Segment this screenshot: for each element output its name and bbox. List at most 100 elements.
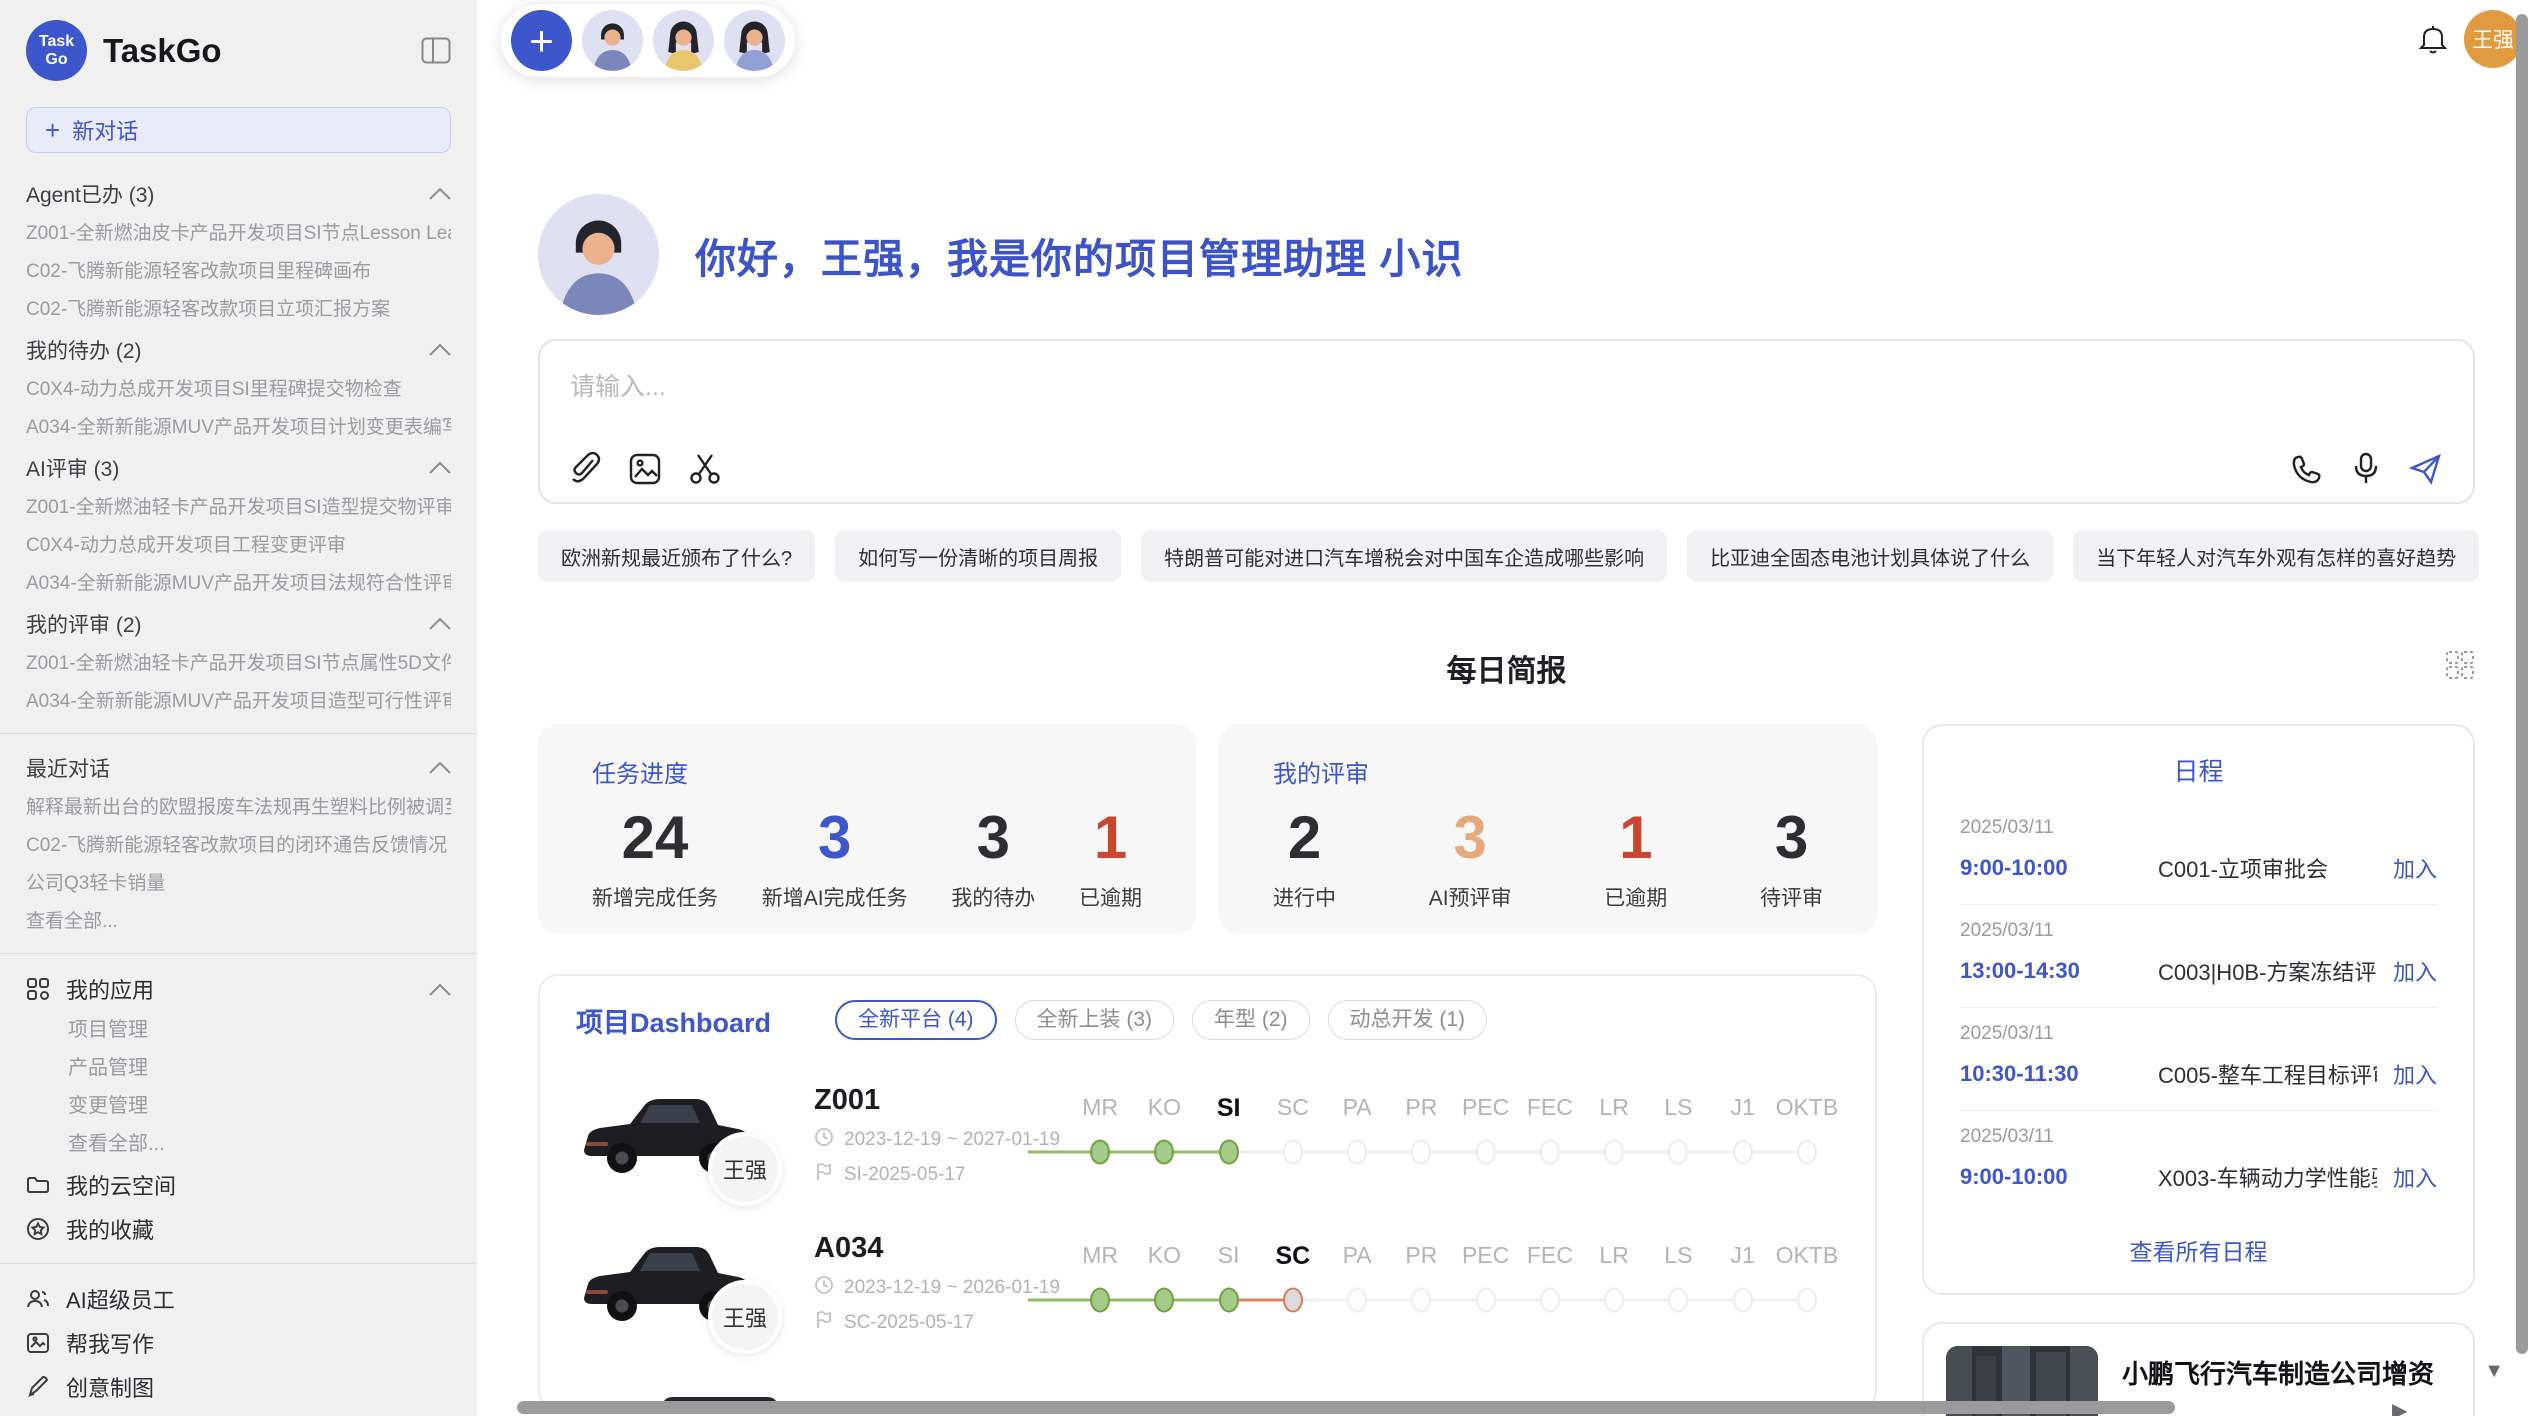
schedule-title: 日程 [1960, 752, 2437, 788]
agent-avatar-1[interactable] [582, 10, 643, 71]
milestone-dot [1154, 1140, 1174, 1165]
ai-super-staff-label: AI超级员工 [66, 1283, 451, 1315]
sidebar-task-item[interactable]: Z001-全新燃油轻卡产品开发项目SI造型提交物评审 [26, 489, 451, 527]
dashboard-filter-chip[interactable]: 全新上装 (3) [1015, 1000, 1175, 1040]
microphone-icon[interactable] [2351, 452, 2381, 486]
milestone-dot [1476, 1140, 1496, 1165]
sidebar-item-ai-super-staff[interactable]: AI超级员工 [26, 1277, 451, 1321]
sidebar-task-item[interactable]: C0X4-动力总成开发项目工程变更评审 [26, 527, 451, 565]
my-apps-subitem[interactable]: 项目管理 [26, 1011, 451, 1049]
sidebar-section-title: AI评审 (3) [26, 453, 119, 483]
sidebar-item-my-cloud[interactable]: 我的云空间 [26, 1163, 451, 1207]
chat-input[interactable] [570, 367, 1881, 425]
milestone-cell: LS [1646, 1094, 1710, 1174]
milestone-label: LS [1646, 1242, 1710, 1278]
project-row[interactable]: 王强Z0012023-12-19 ~ 2027-01-19SI-2025-05-… [576, 1084, 1839, 1188]
sidebar-section-header[interactable]: 我的评审 (2) [26, 603, 451, 645]
folder-icon [26, 1173, 50, 1197]
stat-label: 已逾期 [1604, 882, 1667, 912]
project-row[interactable]: 王强A0342023-12-19 ~ 2026-01-19SC-2025-05-… [576, 1232, 1839, 1336]
paperclip-icon[interactable] [570, 452, 602, 486]
suggestion-chip[interactable]: 欧洲新规最近颁布了什么? [538, 530, 815, 582]
agent-avatar-3[interactable] [724, 10, 785, 71]
layout-grid-icon[interactable] [2445, 650, 2475, 685]
sidebar-task-item[interactable]: A034-全新新能源MUV产品开发项目法规符合性评审 [26, 565, 451, 603]
my-apps-subitem[interactable]: 变更管理 [26, 1087, 451, 1125]
suggestion-chip[interactable]: 特朗普可能对进口汽车增税会对中国车企造成哪些影响 [1141, 530, 1667, 582]
event-join-link[interactable]: 加入 [2393, 955, 2437, 987]
scissors-icon[interactable] [688, 452, 722, 486]
input-action-tools [2291, 452, 2443, 486]
event-join-link[interactable]: 加入 [2393, 852, 2437, 884]
recent-chat-item[interactable]: 解释最新出台的欧盟报废车法规再生塑料比例被调至15%... [26, 789, 451, 827]
event-date: 2025/03/11 [1960, 1023, 2437, 1045]
user-avatar[interactable]: 王强 [2464, 10, 2522, 68]
dashboard-filter-chip[interactable]: 动总开发 (1) [1328, 1000, 1488, 1040]
image-icon[interactable] [628, 452, 662, 486]
view-all-schedule-link[interactable]: 查看所有日程 [1960, 1213, 2437, 1273]
sidebar-task-item[interactable]: C02-飞腾新能源轻客改款项目立项汇报方案 [26, 291, 451, 329]
recent-chat-item[interactable]: 公司Q3轻卡销量 [26, 865, 451, 903]
milestone-cell: KO [1132, 1094, 1196, 1174]
apps-grid-icon [26, 977, 50, 1001]
event-join-link[interactable]: 加入 [2393, 1058, 2437, 1090]
milestone-label: PEC [1454, 1094, 1518, 1130]
event-date: 2025/03/11 [1960, 817, 2437, 839]
sidebar-task-item[interactable]: Z001-全新燃油轻卡产品开发项目SI节点属性5D文件评审 [26, 645, 451, 683]
logo-text-bottom: Go [45, 51, 67, 69]
agent-avatar-2[interactable] [653, 10, 714, 71]
sidebar-item-my-apps[interactable]: 我的应用 [26, 967, 451, 1011]
stat-value: 3 [951, 803, 1035, 872]
my-apps-view-all[interactable]: 查看全部... [26, 1125, 451, 1163]
sidebar-item-creative-drawing[interactable]: 创意制图 [26, 1365, 451, 1409]
sidebar-task-item[interactable]: A034-全新新能源MUV产品开发项目计划变更表编写 [26, 409, 451, 447]
dashboard-title: 项目Dashboard [576, 1001, 771, 1040]
recent-chats-header[interactable]: 最近对话 [26, 747, 451, 789]
main-content: 你好，王强，我是你的项目管理助理 小识 欧洲新规最近颁布了什么?如何写一份清晰的… [477, 0, 2532, 1416]
sidebar-section-header[interactable]: AI评审 (3) [26, 447, 451, 489]
stat-value: 24 [592, 803, 718, 872]
milestone-dot [1219, 1288, 1239, 1313]
new-session-button[interactable]: + [511, 10, 572, 71]
notification-bell-icon[interactable] [2418, 23, 2448, 55]
milestone-label: SC [1261, 1094, 1325, 1130]
sidebar-task-item[interactable]: Z001-全新燃油皮卡产品开发项目SI节点Lesson Learn报告 [26, 215, 451, 253]
sidebar-item-help-me-write[interactable]: 帮我写作 [26, 1321, 451, 1365]
app-title: TaskGo [103, 32, 405, 70]
scroll-down-arrow[interactable]: ▼ [2484, 1360, 2504, 1383]
milestone-dot [1797, 1288, 1817, 1313]
dashboard-filter-chip[interactable]: 年型 (2) [1192, 1000, 1310, 1040]
event-join-link[interactable]: 加入 [2393, 1161, 2437, 1193]
suggestion-chip[interactable]: 比亚迪全固态电池计划具体说了什么 [1687, 530, 2053, 582]
milestone-label: PEC [1454, 1242, 1518, 1278]
sidebar-task-item[interactable]: C0X4-动力总成开发项目SI里程碑提交物检查 [26, 371, 451, 409]
sidebar-item-my-favorites[interactable]: 我的收藏 [26, 1207, 451, 1251]
sidebar-section-header[interactable]: Agent已办 (3) [26, 173, 451, 215]
my-apps-sublist: 项目管理产品管理变更管理查看全部... [26, 1011, 451, 1163]
suggestion-chip[interactable]: 如何写一份清晰的项目周报 [835, 530, 1121, 582]
sidebar-section-header[interactable]: 我的待办 (2) [26, 329, 451, 371]
phone-icon[interactable] [2291, 453, 2323, 485]
suggestion-chip[interactable]: 当下年轻人对汽车外观有怎样的喜好趋势 [2073, 530, 2479, 582]
milestone-label: LS [1646, 1094, 1710, 1130]
sidebar-section-title: Agent已办 (3) [26, 179, 154, 209]
recent-chat-item[interactable]: C02-飞腾新能源轻客改款项目的闭环通告反馈情况 [26, 827, 451, 865]
send-icon[interactable] [2409, 452, 2443, 486]
sidebar-task-item[interactable]: C02-飞腾新能源轻客改款项目里程碑画布 [26, 253, 451, 291]
recent-chats-view-all[interactable]: 查看全部... [26, 903, 451, 941]
dashboard-filter-chip[interactable]: 全新平台 (4) [835, 1000, 997, 1040]
recent-chats-title: 最近对话 [26, 753, 110, 783]
horizontal-scrollbar-thumb[interactable] [517, 1401, 2175, 1414]
briefing-title: 每日简报 [1447, 646, 1567, 690]
new-chat-button[interactable]: + 新对话 [26, 107, 451, 153]
scroll-right-arrow[interactable]: ▶ [2392, 1398, 2407, 1416]
milestone-label: PA [1325, 1094, 1389, 1130]
collapse-sidebar-icon[interactable] [421, 37, 451, 64]
chat-input-card[interactable] [538, 339, 2475, 504]
vertical-scrollbar-thumb[interactable] [2516, 14, 2528, 1354]
my-apps-subitem[interactable]: 产品管理 [26, 1049, 451, 1087]
milestone-label: MR [1068, 1094, 1132, 1130]
recent-chats-list: 解释最新出台的欧盟报废车法规再生塑料比例被调至15%...C02-飞腾新能源轻客… [26, 789, 451, 941]
sidebar-task-item[interactable]: A034-全新新能源MUV产品开发项目造型可行性评审 [26, 683, 451, 721]
event-time: 9:00-10:00 [1960, 1164, 2128, 1190]
